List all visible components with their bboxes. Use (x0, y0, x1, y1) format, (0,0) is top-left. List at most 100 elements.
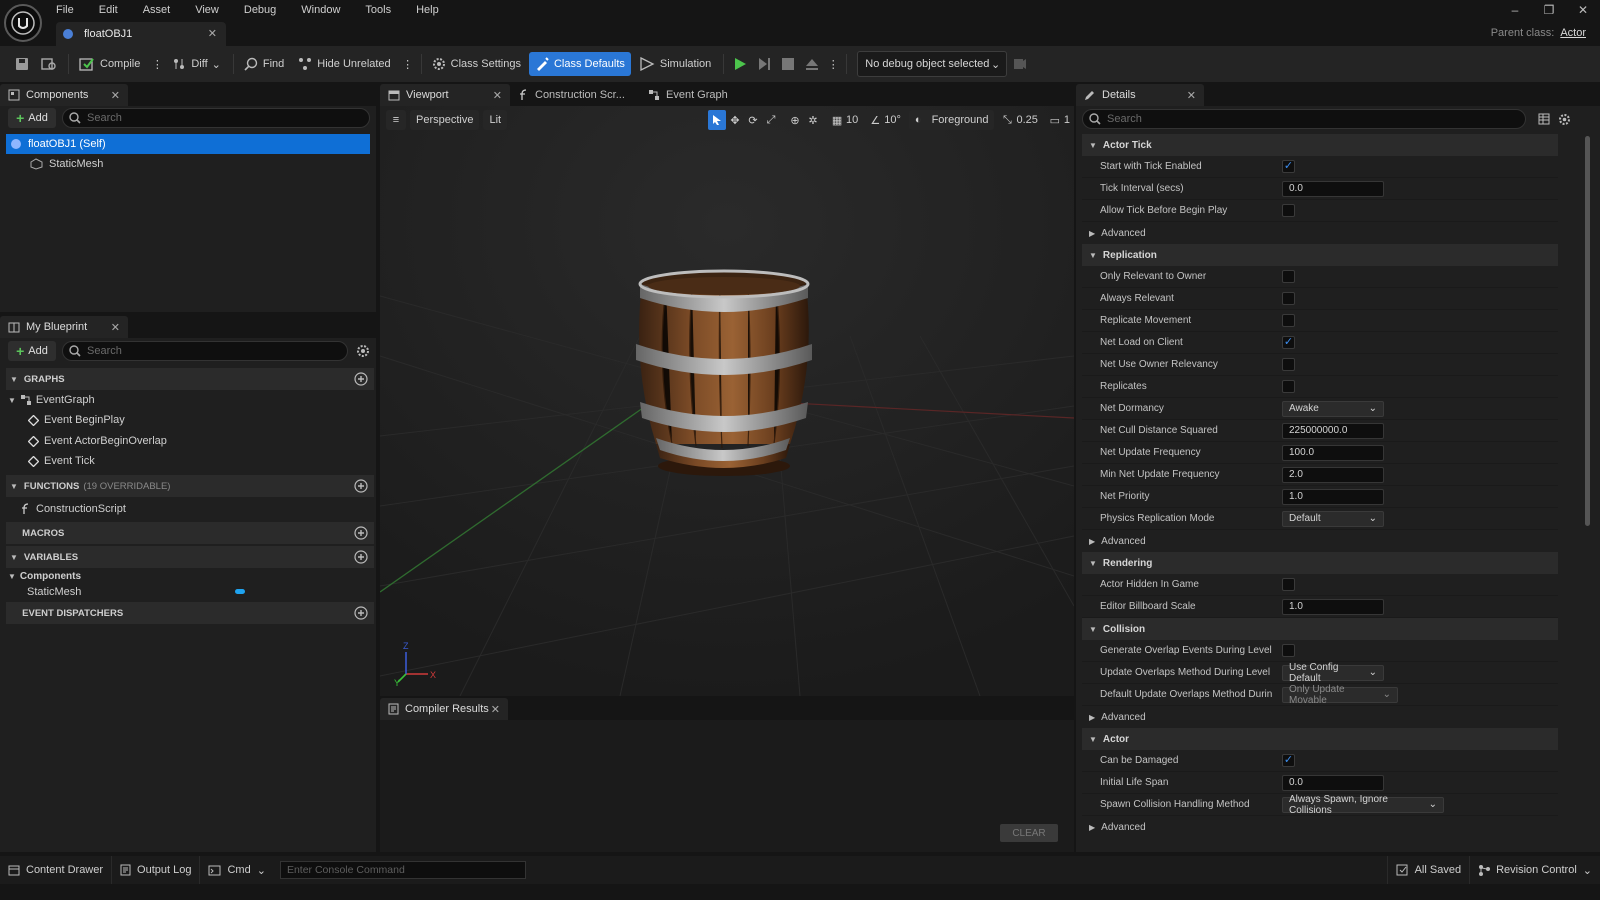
parent-class-link[interactable]: Actor (1560, 27, 1586, 39)
play-options-icon[interactable]: ⋮ (824, 54, 842, 74)
compile-options-icon[interactable]: ⋮ (148, 54, 166, 74)
restore-icon[interactable]: ❐ (1532, 0, 1566, 20)
close-icon[interactable]: ✕ (1187, 89, 1196, 102)
tree-item-staticmesh[interactable]: StaticMesh (6, 154, 370, 174)
add-circle-icon[interactable] (354, 606, 368, 620)
scale-snap-icon[interactable]: ⤡ (998, 110, 1016, 130)
simulation-button[interactable]: Simulation (633, 52, 717, 76)
debug-filter-icon[interactable] (1007, 54, 1033, 74)
net-update-field[interactable]: 100.0 (1282, 444, 1384, 461)
close-window-icon[interactable]: ✕ (1566, 0, 1600, 20)
tab-construction-script[interactable]: Construction Scr... (510, 84, 640, 106)
play-icon[interactable] (728, 54, 752, 74)
update-overlap-select[interactable]: Use Config Default ⌄ (1282, 662, 1384, 684)
close-icon[interactable]: ✕ (111, 321, 120, 334)
gear-icon[interactable] (356, 344, 370, 358)
gear-icon[interactable] (1558, 113, 1571, 126)
compile-button[interactable]: Compile (73, 52, 146, 76)
rotation-snap-value[interactable]: 10° (884, 114, 901, 126)
close-icon[interactable]: ✕ (208, 27, 217, 40)
graph-item-eventgraph[interactable]: ▼ EventGraph (8, 390, 95, 410)
add-component-button[interactable]: + Add (8, 108, 56, 128)
components-search-input[interactable]: Search (62, 108, 370, 128)
category-collision[interactable]: ▼ Collision (1082, 618, 1558, 640)
menu-edit[interactable]: Edit (99, 2, 118, 18)
browse-icon[interactable] (34, 54, 64, 74)
details-search-input[interactable]: Search (1082, 109, 1526, 129)
checkbox-gen-overlap[interactable] (1282, 644, 1295, 657)
checkbox-replicate-movement[interactable] (1282, 314, 1295, 327)
advanced-actor[interactable]: ▶ Advanced (1082, 816, 1558, 838)
find-button[interactable]: Find (238, 52, 290, 76)
event-item-actorbeginoverlap[interactable]: Event ActorBeginOverlap (28, 431, 167, 451)
unreal-logo-icon[interactable] (4, 4, 42, 42)
eject-icon[interactable] (800, 54, 824, 74)
checkbox-only-relevant[interactable] (1282, 270, 1295, 283)
menu-tools[interactable]: Tools (365, 2, 391, 18)
translate-tool-icon[interactable]: ✥ (726, 110, 744, 130)
output-log-button[interactable]: Output Log (112, 856, 201, 884)
tab-event-graph[interactable]: Event Graph (640, 84, 770, 106)
debug-object-select[interactable]: No debug object selected ⌄ (857, 51, 1008, 77)
world-local-icon[interactable]: ⊕ (786, 110, 804, 130)
tab-compiler-results[interactable]: Compiler Results ✕ (380, 698, 508, 720)
content-drawer-button[interactable]: Content Drawer (0, 856, 113, 884)
checkbox-net-load[interactable]: ✓ (1282, 336, 1295, 349)
minimize-icon[interactable]: – (1498, 0, 1532, 20)
section-graphs[interactable]: ▼ GRAPHS (6, 368, 374, 390)
all-saved-button[interactable]: All Saved (1386, 856, 1471, 884)
menu-file[interactable]: File (56, 2, 74, 18)
net-cull-field[interactable]: 225000000.0 (1282, 422, 1384, 439)
advanced-replication[interactable]: ▶ Advanced (1082, 530, 1558, 552)
rotation-snap-icon[interactable]: ∠ (866, 110, 884, 130)
perspective-button[interactable]: Perspective (410, 110, 480, 130)
tab-details[interactable]: Details ✕ (1076, 84, 1204, 106)
grid-snap-icon[interactable]: ▦ (828, 110, 846, 130)
checkbox-always-relevant[interactable] (1282, 292, 1295, 305)
event-item-tick[interactable]: Event Tick (28, 451, 95, 471)
lit-button[interactable]: Lit (483, 110, 508, 130)
add-member-button[interactable]: + Add (8, 341, 56, 361)
menu-window[interactable]: Window (301, 2, 340, 18)
class-defaults-button[interactable]: Class Defaults (528, 52, 631, 76)
add-circle-icon[interactable] (354, 479, 368, 493)
table-view-icon[interactable] (1538, 113, 1550, 125)
viewport-scene[interactable]: X Y Z (380, 106, 1074, 696)
menu-asset[interactable]: Asset (143, 2, 171, 18)
phys-rep-select[interactable]: Default ⌄ (1282, 510, 1384, 527)
console-input[interactable]: Enter Console Command (279, 861, 526, 879)
min-net-update-field[interactable]: 2.0 (1282, 466, 1384, 483)
camera-speed-icon[interactable]: ▭ (1046, 110, 1064, 130)
checkbox-can-be-damaged[interactable]: ✓ (1282, 754, 1295, 767)
default-update-select[interactable]: Only Update Movable ⌄ (1282, 684, 1398, 706)
diff-button[interactable]: Diff ⌄ (166, 52, 227, 76)
details-scrollbar[interactable] (1585, 136, 1590, 526)
category-rendering[interactable]: ▼ Rendering (1082, 552, 1558, 574)
tab-components[interactable]: Components ✕ (0, 84, 128, 106)
function-item-constructionscript[interactable]: ConstructionScript (20, 499, 126, 519)
select-tool-icon[interactable] (708, 110, 727, 130)
foreground-button[interactable]: ◐ Foreground (908, 110, 995, 130)
close-icon[interactable]: ✕ (111, 89, 120, 102)
document-tab[interactable]: floatOBJ1 ✕ (56, 22, 226, 46)
checkbox-net-use-owner[interactable] (1282, 358, 1295, 371)
net-dormancy-select[interactable]: Awake ⌄ (1282, 400, 1384, 417)
surface-snap-icon[interactable]: ✲ (804, 110, 822, 130)
category-replication[interactable]: ▼ Replication (1082, 244, 1558, 266)
close-icon[interactable]: ✕ (493, 89, 502, 102)
more-options-icon[interactable]: ⋮ (399, 54, 417, 74)
advanced-collision[interactable]: ▶ Advanced (1082, 706, 1558, 728)
section-variables[interactable]: ▼ VARIABLES (6, 546, 374, 568)
grid-snap-value[interactable]: 10 (846, 114, 858, 126)
class-settings-button[interactable]: Class Settings (426, 52, 527, 76)
checkbox-start-with-tick[interactable]: ✓ (1282, 160, 1295, 173)
hide-unrelated-button[interactable]: Hide Unrelated (292, 52, 396, 76)
checkbox-actor-hidden[interactable] (1282, 578, 1295, 591)
event-item-beginplay[interactable]: Event BeginPlay (28, 410, 125, 430)
add-circle-icon[interactable] (354, 526, 368, 540)
tick-interval-field[interactable]: 0.0 (1282, 180, 1384, 197)
section-event-dispatchers[interactable]: ▶ EVENT DISPATCHERS (6, 602, 374, 624)
add-circle-icon[interactable] (354, 372, 368, 386)
variable-item-staticmesh[interactable]: StaticMesh (27, 582, 247, 602)
checkbox-replicates[interactable] (1282, 380, 1295, 393)
